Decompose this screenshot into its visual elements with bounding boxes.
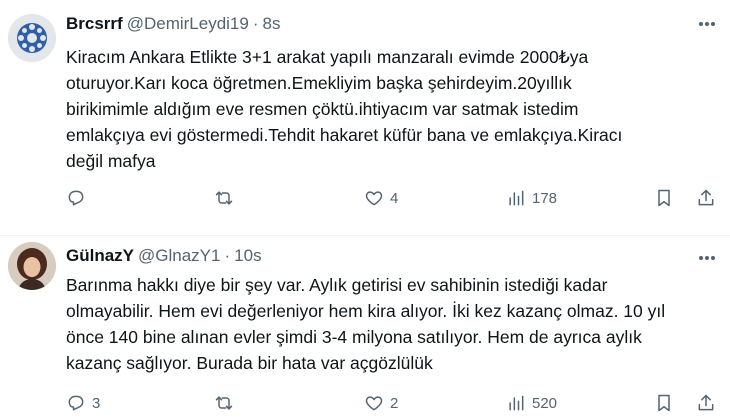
retweet-icon: [215, 396, 233, 410]
tweet-text-line: oturuyor.Karı koca öğretmen.Emekliyim ba…: [66, 73, 572, 93]
tweet-text-line: Kiracım Ankara Etlikte 3+1 arakat yapılı…: [66, 47, 589, 67]
like-count: 4: [390, 189, 399, 207]
bookmark-icon: [658, 189, 670, 207]
tweet-2[interactable]: GülnazY @GlnazY1 · 10s Barınma hakkı diye b…: [0, 236, 730, 420]
tweet-text-line: kazanç sağlıyor. Burada bir hata var açg…: [66, 353, 433, 373]
like-button[interactable]: 2: [364, 393, 398, 413]
tweet-text-line: önce 140 bine alınan evler şimdi 3-4 mil…: [66, 327, 642, 347]
views-button[interactable]: 178: [506, 188, 557, 208]
heart-icon: [365, 396, 383, 411]
reply-count: 3: [92, 394, 101, 412]
views-button[interactable]: 520: [506, 393, 557, 413]
more-options-icon[interactable]: [694, 248, 720, 268]
tweet-text-line: birikimimle aldığım eve resmen çöktü.iht…: [66, 99, 579, 119]
tweet-text-line: emlakçıya evi göstermedi.Tehdit hakaret …: [66, 125, 623, 145]
like-count: 2: [390, 394, 399, 412]
user-handle[interactable]: @DemirLeydi19: [127, 14, 249, 33]
tweet-text: Barınma hakkı diye bir şey var. Aylık ge…: [66, 272, 716, 376]
tweet-text-line: değil mafya: [66, 151, 156, 171]
user-handle[interactable]: @GlnazY1: [138, 246, 220, 265]
share-button[interactable]: [696, 188, 716, 208]
reply-icon: [68, 395, 84, 411]
tweet-text-line: olmayabilir. Hem evi değerleniyor hem ki…: [66, 301, 666, 321]
tweet-header: GülnazY @GlnazY1 · 10s: [66, 246, 262, 266]
like-button[interactable]: 4: [364, 188, 398, 208]
view-count: 520: [532, 394, 558, 412]
more-options-icon[interactable]: [694, 14, 720, 34]
retweet-icon: [215, 191, 233, 205]
action-bar: 4 178: [66, 188, 720, 214]
bookmark-icon: [658, 394, 670, 412]
action-bar: 3 2 520: [66, 393, 720, 419]
profile-photo-icon: [8, 242, 56, 290]
separator-dot: ·: [252, 14, 259, 33]
share-icon: [698, 189, 714, 206]
bookmark-button[interactable]: [654, 393, 674, 413]
view-count: 178: [532, 189, 558, 207]
views-chart-icon: [509, 395, 524, 411]
share-icon: [698, 394, 714, 411]
avatar[interactable]: [8, 14, 56, 62]
separator-dot: ·: [224, 246, 231, 265]
retweet-button[interactable]: [214, 393, 240, 413]
bookmark-button[interactable]: [654, 188, 674, 208]
views-chart-icon: [509, 190, 524, 206]
tweet-text: Kiracım Ankara Etlikte 3+1 arakat yapılı…: [66, 44, 716, 174]
tweet-text-line: Barınma hakkı diye bir şey var. Aylık ge…: [66, 275, 608, 295]
timestamp[interactable]: 10s: [234, 246, 261, 265]
reply-icon: [68, 190, 84, 206]
reply-button[interactable]: 3: [66, 393, 100, 413]
wheel-logo-icon: [8, 14, 56, 62]
tweet-1[interactable]: Brcsrrf @DemirLeydi19 · 8s Kiracım Ankara E…: [0, 0, 730, 236]
tweet-header: Brcsrrf @DemirLeydi19 · 8s: [66, 14, 280, 34]
share-button[interactable]: [696, 393, 716, 413]
timestamp[interactable]: 8s: [263, 14, 281, 33]
heart-icon: [365, 191, 383, 206]
reply-button[interactable]: [66, 188, 92, 208]
retweet-button[interactable]: [214, 188, 240, 208]
display-name[interactable]: GülnazY: [66, 246, 134, 265]
display-name[interactable]: Brcsrrf: [66, 14, 123, 33]
avatar[interactable]: [8, 242, 56, 290]
